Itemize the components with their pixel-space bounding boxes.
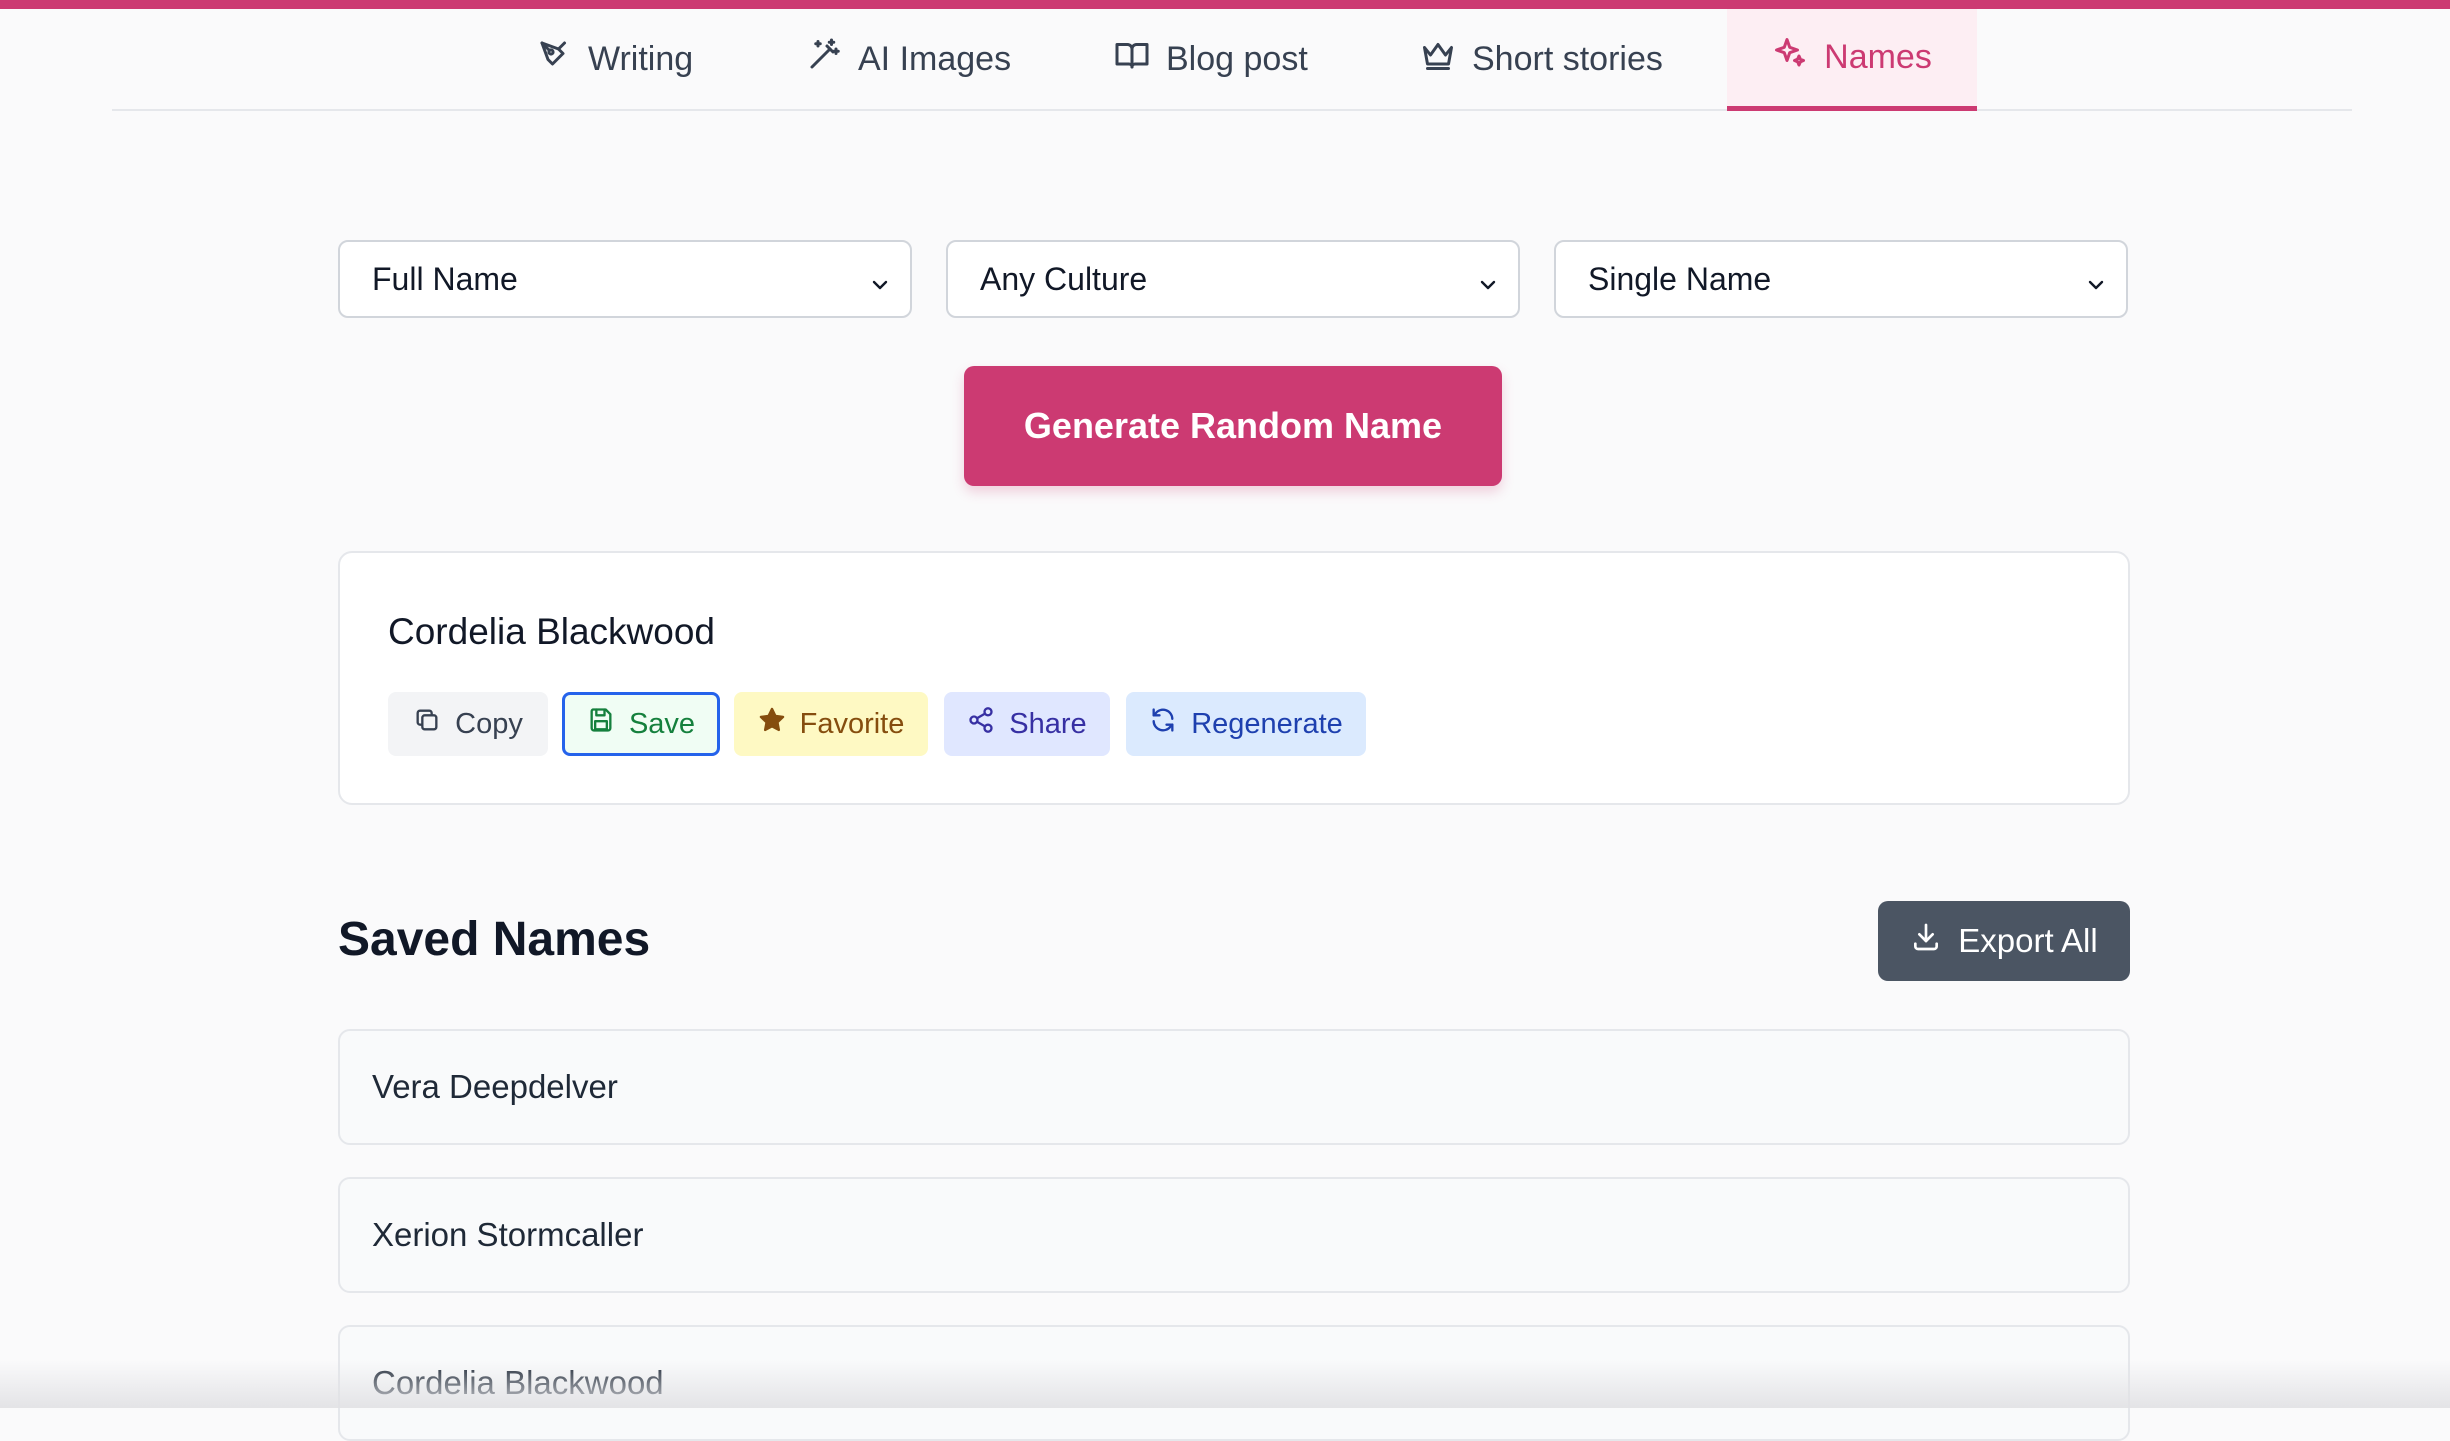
saved-names-heading: Saved Names xyxy=(338,913,651,966)
share-nodes-icon xyxy=(967,706,995,742)
refresh-icon xyxy=(1149,706,1177,742)
tab-label: Writing xyxy=(588,39,694,78)
download-icon xyxy=(1910,921,1942,961)
tab-label: Names xyxy=(1824,38,1932,76)
magic-wand-icon xyxy=(806,37,842,82)
crown-icon xyxy=(1420,37,1456,82)
tab-writing[interactable]: Writing xyxy=(536,9,693,109)
sparkles-icon xyxy=(1772,35,1808,80)
saved-name-item[interactable]: Vera Deepdelver xyxy=(338,1029,2130,1145)
saved-name-item[interactable]: Xerion Stormcaller xyxy=(338,1177,2130,1293)
star-icon xyxy=(758,706,786,742)
save-label: Save xyxy=(628,707,696,740)
tab-label: Short stories xyxy=(1472,39,1663,78)
export-all-button[interactable]: Export All xyxy=(1878,901,2130,981)
copy-button[interactable]: Copy xyxy=(388,692,548,756)
regenerate-label: Regenerate xyxy=(1191,707,1343,740)
generate-random-name-button[interactable]: Generate Random Name xyxy=(964,366,1502,486)
share-button[interactable]: Share xyxy=(944,692,1110,756)
tab-names[interactable]: Names xyxy=(1727,9,1977,111)
export-label: Export All xyxy=(1958,922,2098,959)
tab-blog-post[interactable]: Blog post xyxy=(1114,9,1308,109)
name-format-select[interactable]: Single Name xyxy=(1554,240,2128,318)
tab-ai-images[interactable]: AI Images xyxy=(806,9,1011,109)
copy-icon xyxy=(413,706,441,742)
select-value: Any Culture xyxy=(980,260,1148,297)
copy-label: Copy xyxy=(455,707,523,740)
favorite-button[interactable]: Favorite xyxy=(734,692,928,756)
tab-short-stories[interactable]: Short stories xyxy=(1420,9,1663,109)
pen-nib-icon xyxy=(536,37,572,82)
select-value: Single Name xyxy=(1588,260,1772,297)
generated-name: Cordelia Blackwood xyxy=(388,611,716,652)
open-book-icon xyxy=(1114,37,1150,82)
generated-name-card: Cordelia Blackwood Copy Save Favorite Sh… xyxy=(338,551,2130,805)
category-tabs: Writing AI Images Blog post Short storie… xyxy=(112,9,2352,111)
select-value: Full Name xyxy=(372,260,518,297)
chevron-down-icon xyxy=(1476,268,1500,292)
chevron-down-icon xyxy=(2084,268,2108,292)
bottom-fade xyxy=(0,1360,2450,1408)
culture-select[interactable]: Any Culture xyxy=(946,240,1520,318)
floppy-disk-icon xyxy=(587,706,615,742)
share-label: Share xyxy=(1009,707,1087,740)
accent-top-bar xyxy=(0,0,2450,9)
favorite-label: Favorite xyxy=(799,707,905,740)
chevron-down-icon xyxy=(868,268,892,292)
tab-label: Blog post xyxy=(1166,39,1308,78)
regenerate-button[interactable]: Regenerate xyxy=(1126,692,1366,756)
tab-label: AI Images xyxy=(858,39,1012,78)
save-button[interactable]: Save xyxy=(562,692,720,756)
name-type-select[interactable]: Full Name xyxy=(338,240,912,318)
